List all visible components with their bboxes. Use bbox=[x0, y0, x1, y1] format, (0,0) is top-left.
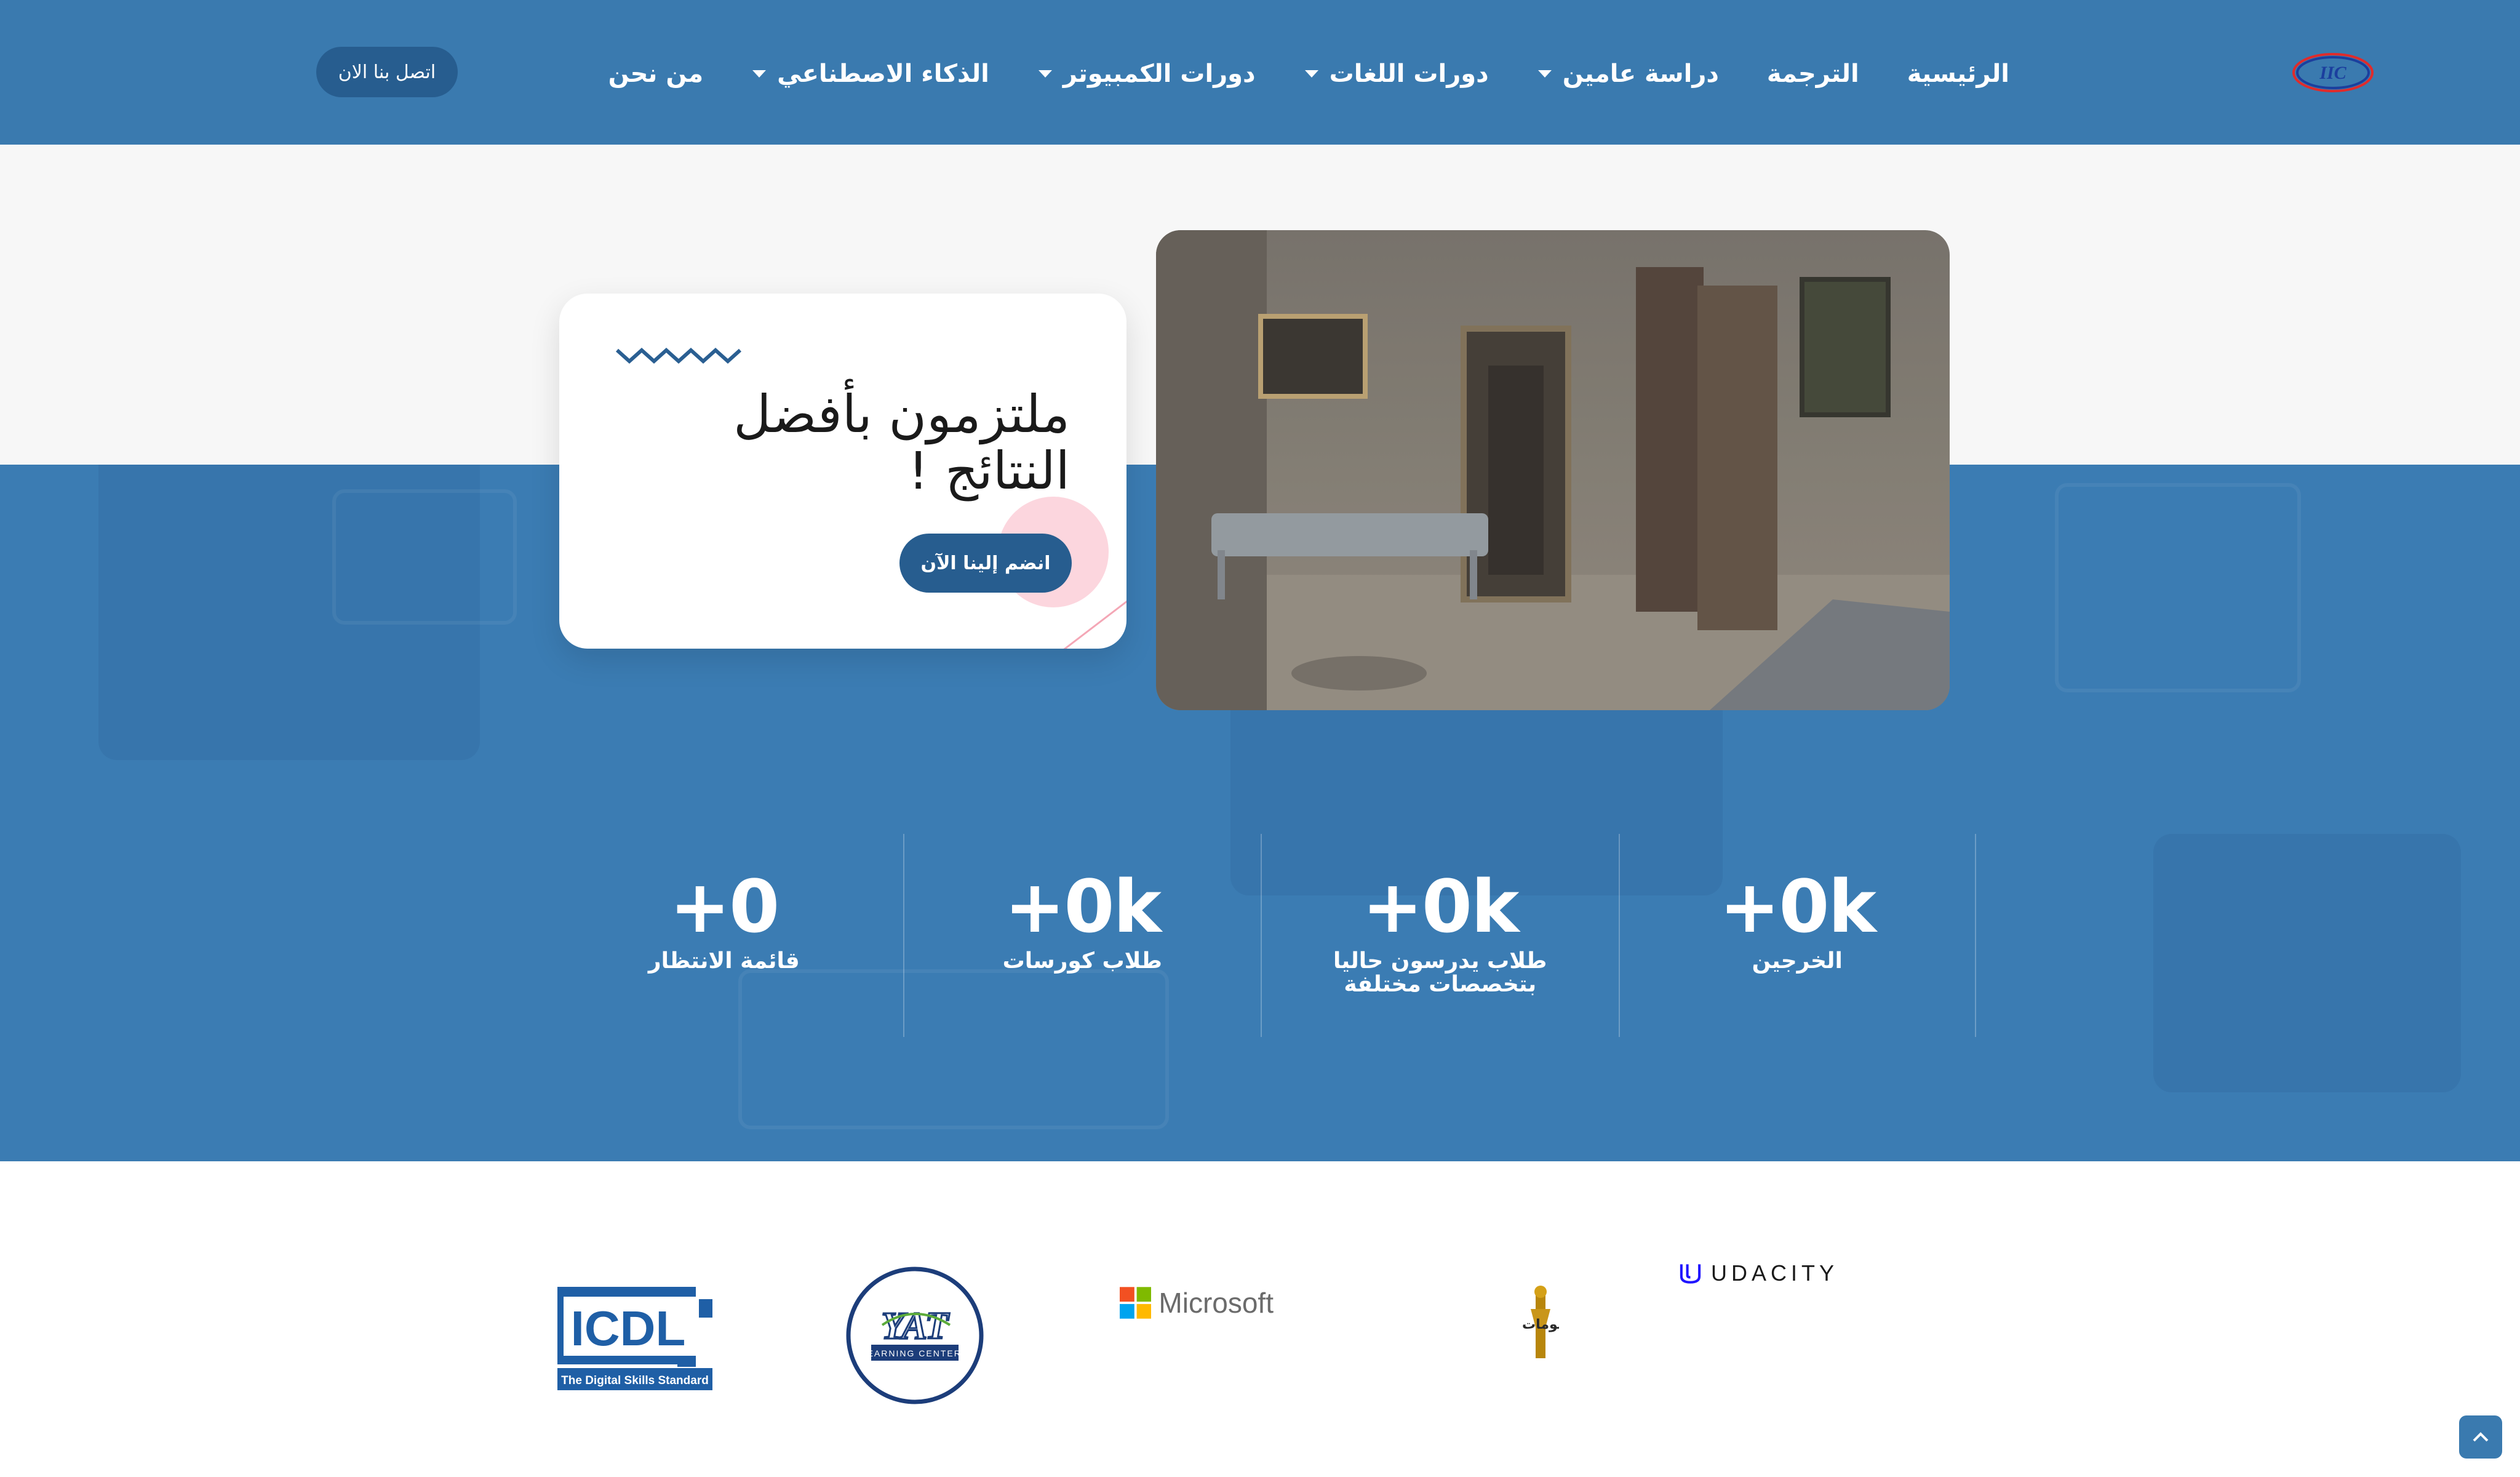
microsoft-name: Microsoft bbox=[1158, 1287, 1274, 1319]
partner-logo-yat[interactable]: YAT LEARNING CENTERS bbox=[845, 1266, 984, 1405]
stat-label: طلاب كورسات bbox=[1002, 948, 1162, 974]
icdl-logo-icon: ICDL The Digital Skills Standard bbox=[557, 1287, 712, 1390]
stat-course-students: +0k طلاب كورسات bbox=[903, 834, 1261, 1037]
stats-row: +0k الخرجين +0k طلاب يدرسون حاليا بتخصصا… bbox=[545, 834, 1976, 1037]
partner-logo-microsoft[interactable]: Microsoft bbox=[1120, 1284, 1274, 1321]
udacity-name: UDACITY bbox=[1710, 1260, 1838, 1286]
nav-item-label: الترجمة bbox=[1766, 60, 1859, 88]
hero-title: ملتزمون بأفضل النتائج ! bbox=[733, 384, 1070, 501]
chevron-down-icon bbox=[1537, 70, 1552, 78]
stat-current-students: +0k طلاب يدرسون حاليا بتخصصات مختلفة bbox=[1261, 834, 1619, 1037]
back-to-top-button[interactable] bbox=[2459, 1415, 2502, 1459]
logo-text: IIC bbox=[2319, 63, 2347, 83]
mcit-name: وزارة الاتصالات وتكنولوجيا المعلومات bbox=[1522, 1317, 1559, 1332]
logo-icon: IIC bbox=[2292, 53, 2374, 92]
nav-item-label: الذكاء الاصطناعي bbox=[777, 60, 989, 88]
background-shape bbox=[2153, 834, 2461, 1092]
nav-item-label: من نحن bbox=[608, 60, 704, 88]
office-photo bbox=[1156, 230, 1950, 710]
nav-item-language-courses[interactable]: دورات اللغات bbox=[1304, 60, 1489, 88]
background-shape bbox=[2055, 483, 2301, 692]
site-logo[interactable]: IIC bbox=[2290, 47, 2376, 96]
contact-button[interactable]: اتصل بنا الان bbox=[316, 47, 458, 97]
stat-label: الخرجين bbox=[1752, 948, 1843, 974]
stat-value: +0k bbox=[1004, 864, 1162, 949]
icdl-tagline: The Digital Skills Standard bbox=[561, 1374, 709, 1387]
yat-tagline: LEARNING CENTERS bbox=[861, 1348, 968, 1358]
stat-graduates: +0k الخرجين bbox=[1618, 834, 1976, 1037]
chevron-down-icon bbox=[1304, 70, 1318, 78]
chevron-down-icon bbox=[1038, 70, 1052, 78]
nav-item-computer-courses[interactable]: دورات الكمبيوتر bbox=[1037, 60, 1256, 88]
partner-logo-mcit[interactable]: وزارة الاتصالات وتكنولوجيا المعلومات bbox=[1399, 1284, 1772, 1364]
partner-logo-udacity[interactable]: UDACITY bbox=[1678, 1257, 1838, 1289]
yat-name: YAT bbox=[881, 1305, 949, 1347]
hero-photo bbox=[1156, 230, 1950, 710]
chevron-up-icon bbox=[2473, 1432, 2489, 1442]
stat-label: قائمة الانتظار bbox=[648, 948, 800, 974]
join-now-button[interactable]: انضم إلينا الآن bbox=[899, 534, 1072, 593]
site-header: IIC الرئيسية الترجمة دراسة عامين دورات ا… bbox=[0, 0, 2520, 145]
udacity-logo-icon bbox=[1680, 1264, 1701, 1284]
nav-item-two-year-study[interactable]: دراسة عامين bbox=[1537, 60, 1719, 88]
nav-item-translation[interactable]: الترجمة bbox=[1767, 60, 1859, 88]
stat-label: طلاب يدرسون حاليا بتخصصات مختلفة bbox=[1333, 948, 1547, 997]
partner-logo-icdl[interactable]: ICDL The Digital Skills Standard bbox=[557, 1287, 712, 1390]
nav-item-ai[interactable]: الذكاء الاصطناعي bbox=[751, 60, 989, 88]
partners-section: ICDL The Digital Skills Standard YAT LEA… bbox=[0, 1161, 2520, 1477]
icdl-name: ICDL bbox=[571, 1301, 686, 1356]
nav-item-label: دورات اللغات bbox=[1329, 60, 1489, 88]
mcit-logo-icon: وزارة الاتصالات وتكنولوجيا المعلومات bbox=[1522, 1286, 1772, 1358]
nav-item-label: الرئيسية bbox=[1907, 60, 2009, 88]
main-nav: الرئيسية الترجمة دراسة عامين دورات اللغا… bbox=[608, 54, 2009, 94]
background-shape bbox=[332, 489, 517, 625]
chevron-down-icon bbox=[752, 70, 767, 78]
stat-value: +0 bbox=[669, 864, 780, 949]
zigzag-decoration-icon bbox=[615, 347, 742, 364]
nav-item-label: دراسة عامين bbox=[1562, 60, 1719, 88]
yat-logo-icon: YAT LEARNING CENTERS bbox=[846, 1267, 984, 1404]
nav-item-home[interactable]: الرئيسية bbox=[1907, 60, 2009, 88]
stat-value: +0k bbox=[1719, 864, 1876, 949]
microsoft-logo-icon bbox=[1120, 1287, 1152, 1319]
nav-item-label: دورات الكمبيوتر bbox=[1063, 60, 1256, 88]
stat-value: +0k bbox=[1362, 864, 1519, 949]
promo-card: ملتزمون بأفضل النتائج ! انضم إلينا الآن bbox=[559, 294, 1126, 649]
stat-waiting-list: +0 قائمة الانتظار bbox=[545, 834, 903, 1037]
nav-item-about[interactable]: من نحن bbox=[608, 60, 704, 88]
decorative-line-icon bbox=[1063, 600, 1126, 649]
